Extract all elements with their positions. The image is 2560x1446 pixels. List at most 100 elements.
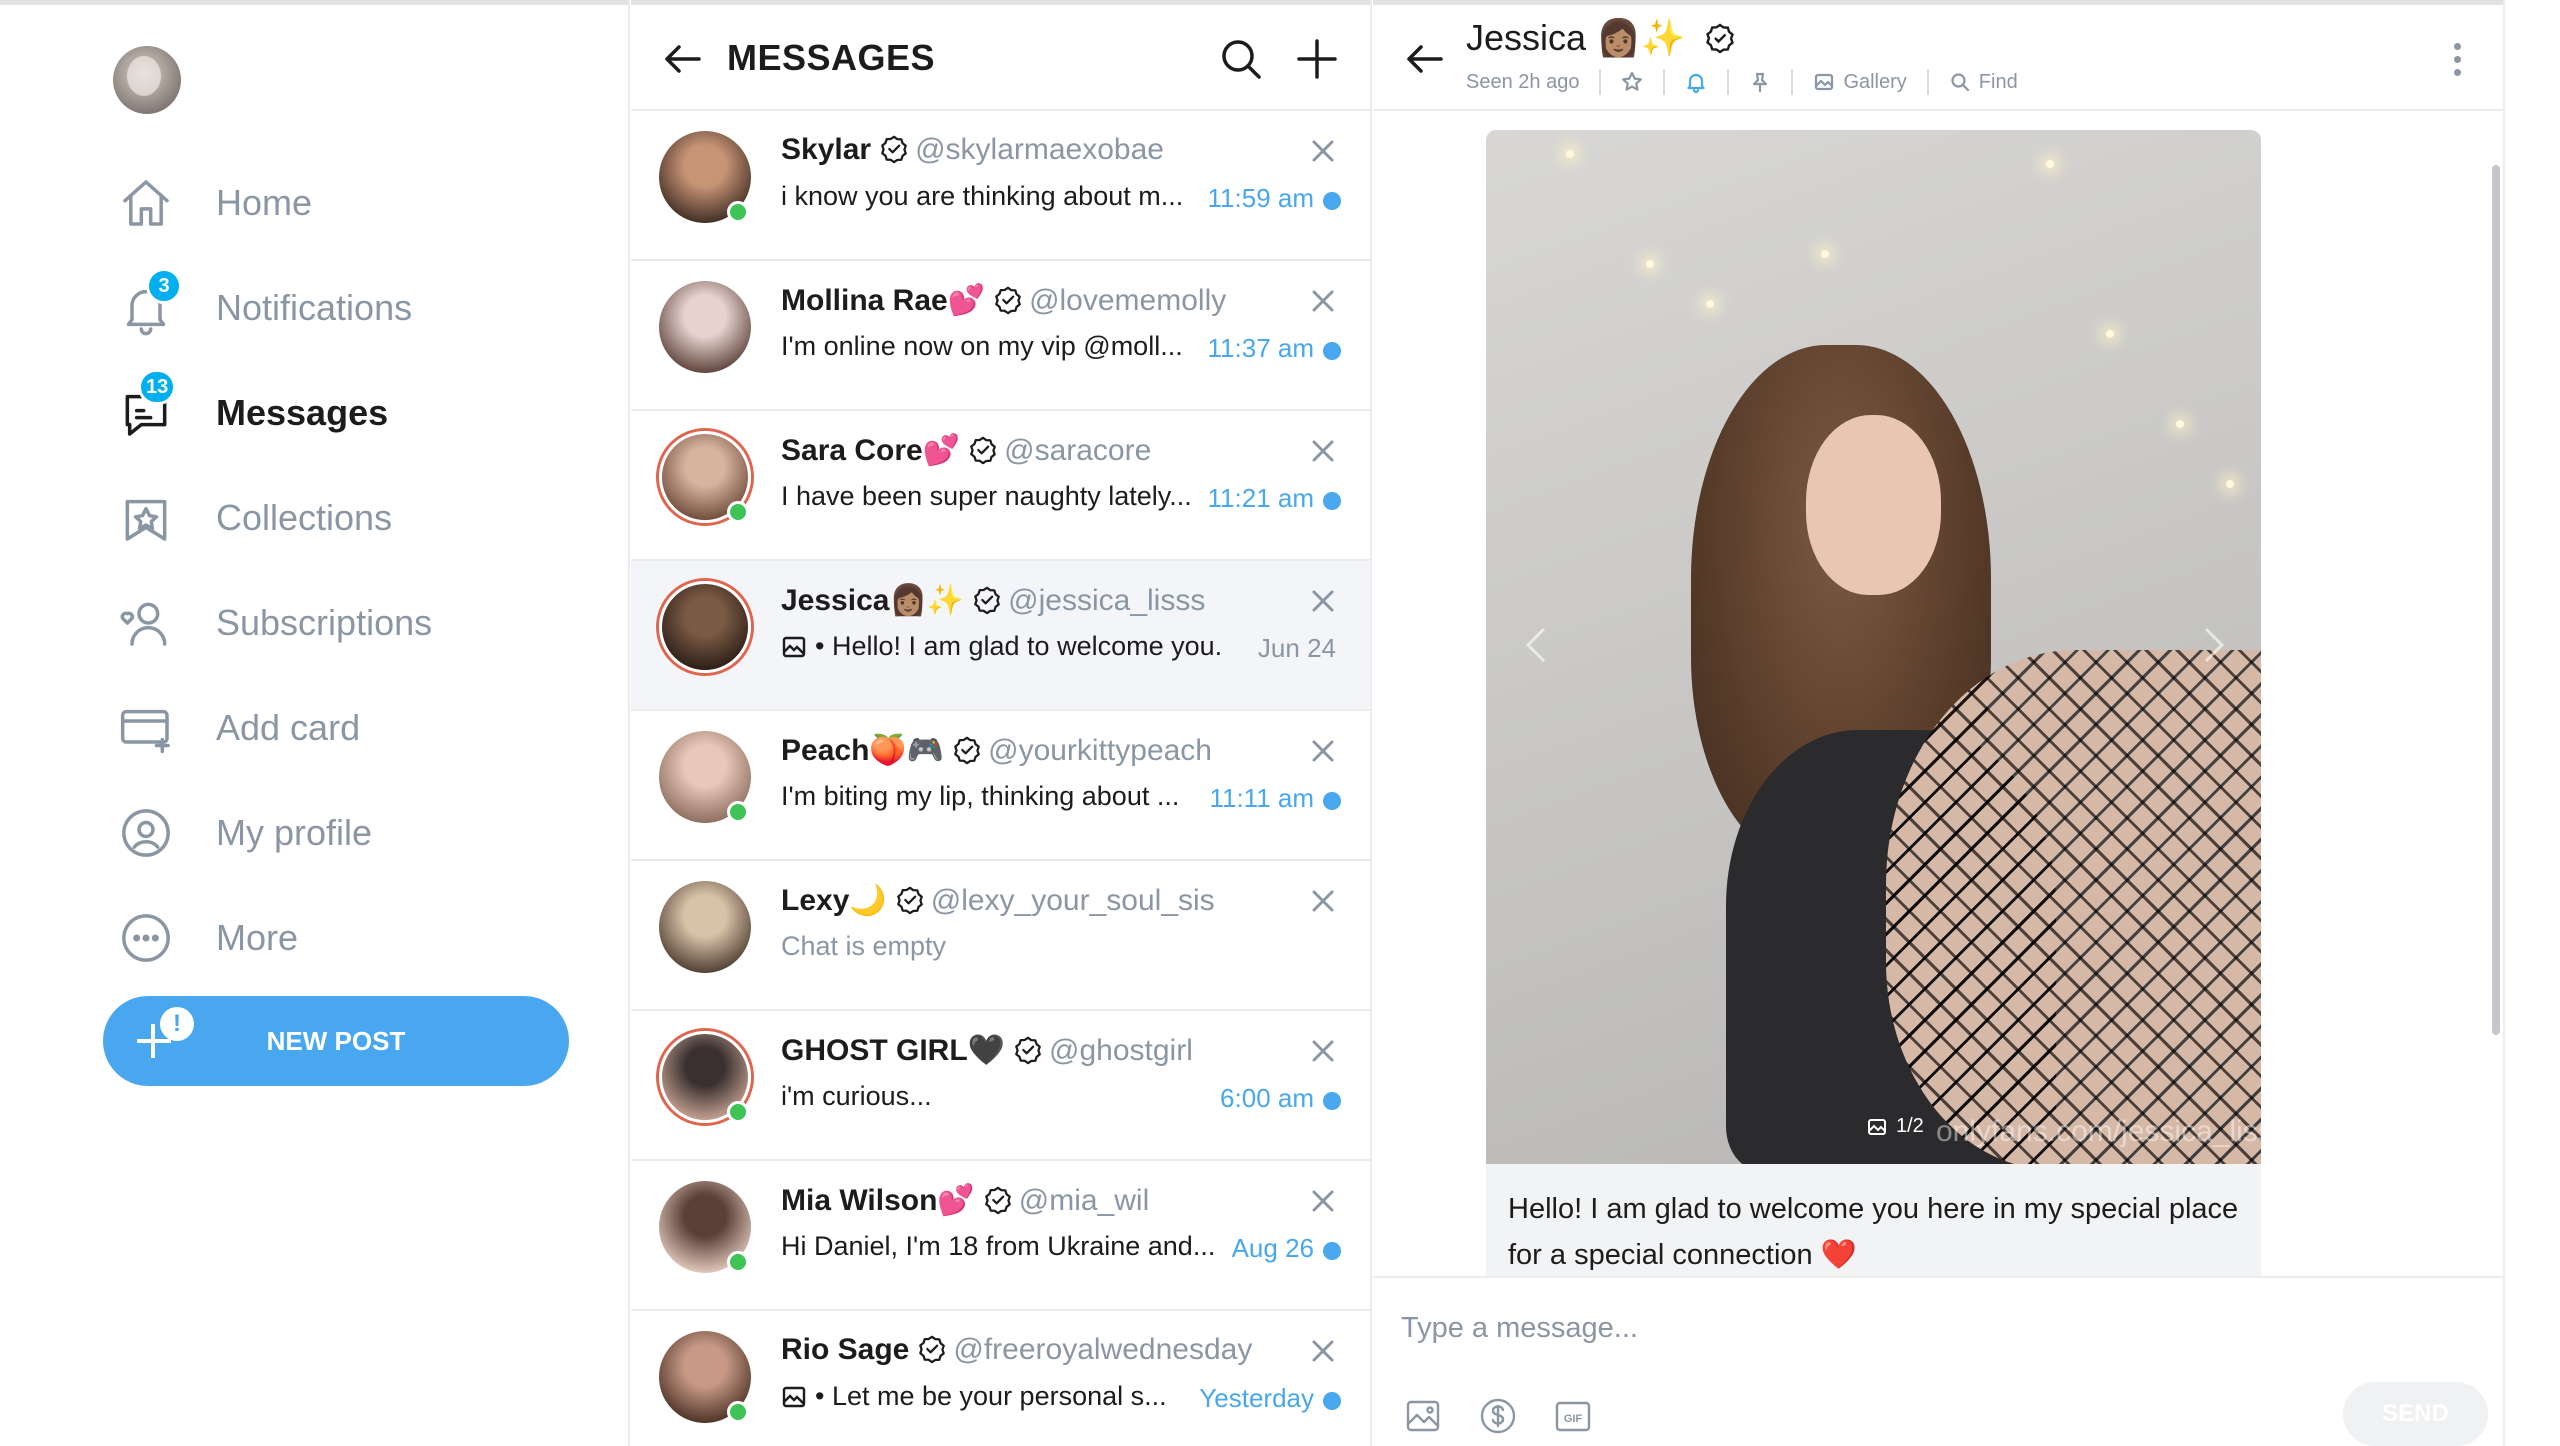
nav-more[interactable]: More	[110, 885, 432, 990]
send-button[interactable]: SEND	[2343, 1382, 2488, 1446]
search-icon[interactable]	[1219, 37, 1263, 81]
card-icon	[110, 692, 182, 764]
scrollbar[interactable]	[2492, 165, 2500, 1035]
nav-add-card[interactable]: Add card	[110, 675, 432, 780]
online-indicator	[727, 801, 749, 823]
nav-label: Add card	[216, 706, 361, 748]
chat-name-line: Sara Core💕 @saracore	[781, 433, 1151, 468]
chat-preview-text: i'm curious...	[781, 1081, 932, 1111]
nav-notifications[interactable]: 3 Notifications	[110, 255, 432, 360]
message-photo[interactable]: 1/2 onlyfans.com/jessica_lisss	[1486, 130, 2261, 1164]
chevron-left-icon[interactable]	[1522, 625, 1552, 665]
online-indicator	[727, 501, 749, 523]
close-icon[interactable]	[1309, 287, 1337, 315]
star-icon[interactable]	[1621, 71, 1643, 93]
verified-icon	[1013, 1035, 1043, 1065]
close-icon[interactable]	[1309, 1037, 1337, 1065]
gif-icon[interactable]: GIF	[1553, 1396, 1593, 1436]
avatar[interactable]	[659, 581, 751, 673]
avatar[interactable]	[659, 881, 751, 973]
last-seen: Seen 2h ago	[1466, 70, 1580, 93]
avatar[interactable]	[659, 281, 751, 373]
unread-dot	[1323, 492, 1341, 510]
close-icon[interactable]	[1309, 1337, 1337, 1365]
verified-icon	[917, 1334, 947, 1364]
contact-emoji: 👩🏽✨	[1596, 17, 1686, 58]
nav-my-profile[interactable]: My profile	[110, 780, 432, 885]
nav-messages[interactable]: 13 Messages	[110, 360, 432, 465]
new-post-button[interactable]: ! NEW POST	[103, 996, 569, 1086]
chat-row[interactable]: GHOST GIRL🖤 @ghostgirl i'm curious... 6:00 …	[631, 1011, 1370, 1161]
back-arrow-icon[interactable]	[1403, 37, 1447, 81]
chat-handle: @lexy_your_soul_sis	[930, 884, 1215, 917]
image-upload-icon[interactable]	[1403, 1396, 1443, 1436]
unread-dot	[1323, 1392, 1341, 1410]
close-icon[interactable]	[1309, 1187, 1337, 1215]
nav-label: Notifications	[216, 286, 413, 328]
chat-row[interactable]: Rio Sage @freeroyalwednesday • Let me be y…	[631, 1311, 1370, 1446]
chat-preview: i know you are thinking about m...	[781, 181, 1221, 212]
divider	[1727, 69, 1730, 95]
message-text: Hello! I am glad to welcome you here in …	[1508, 1193, 2239, 1271]
chat-name-line: Jessica👩🏽✨ @jessica_lisss	[781, 583, 1205, 618]
chat-name-line: Lexy🌙 @lexy_your_soul_sis	[781, 883, 1215, 918]
divider	[1599, 69, 1602, 95]
message-input[interactable]	[1401, 1298, 2461, 1358]
close-icon[interactable]	[1309, 437, 1337, 465]
compose-bar: GIF SEND	[1373, 1276, 2503, 1446]
gallery-button[interactable]: Gallery	[1813, 71, 1907, 94]
chat-row[interactable]: Mollina Rae💕 @lovememolly I'm online now o…	[631, 261, 1370, 411]
chat-row[interactable]: Skylar @skylarmaexobae i know you are thin…	[631, 111, 1370, 261]
pin-icon[interactable]	[1749, 71, 1771, 93]
chat-row[interactable]: Lexy🌙 @lexy_your_soul_sis Chat is empty	[631, 861, 1370, 1011]
chat-name-line: Skylar @skylarmaexobae	[781, 133, 1164, 167]
chat-contact-name[interactable]: Jessica 👩🏽✨	[1466, 17, 1736, 59]
back-arrow-icon[interactable]	[661, 37, 705, 81]
chat-name-line: Peach🍑🎮 @yourkittypeach	[781, 733, 1212, 768]
my-avatar[interactable]	[113, 46, 181, 114]
chat-preview-text: I'm biting my lip, thinking about ...	[781, 781, 1180, 811]
user-icon	[110, 587, 182, 659]
nav-subscriptions[interactable]: Subscriptions	[110, 570, 432, 675]
chat-row[interactable]: Jessica👩🏽✨ @jessica_lisss • Hello! I am gl…	[631, 561, 1370, 711]
tip-dollar-icon[interactable]	[1478, 1396, 1518, 1436]
verified-icon	[972, 585, 1002, 615]
chat-name-line: Mollina Rae💕 @lovememolly	[781, 283, 1226, 318]
close-icon[interactable]	[1309, 587, 1337, 615]
divider	[1926, 69, 1929, 95]
chevron-right-icon[interactable]	[2198, 625, 2228, 665]
unread-dot	[1323, 1242, 1341, 1260]
more-options-icon[interactable]	[2451, 43, 2463, 83]
page-title: MESSAGES	[727, 37, 936, 78]
photo-watermark: onlyfans.com/jessica_lisss	[1936, 1115, 2261, 1148]
message-bubble: Hello! I am glad to welcome you here in …	[1486, 1164, 2261, 1276]
close-icon[interactable]	[1309, 137, 1337, 165]
chat-preview-text: I'm online now on my vip @moll...	[781, 331, 1183, 361]
unread-dot	[1323, 342, 1341, 360]
chat-preview: • Hello! I am glad to welcome you...	[781, 631, 1221, 662]
chat-handle: @mia_wil	[1018, 1184, 1150, 1217]
find-button[interactable]: Find	[1949, 71, 2018, 94]
chat-preview: I have been super naughty lately...	[781, 481, 1221, 512]
more-icon	[110, 902, 182, 974]
nav-collections[interactable]: Collections	[110, 465, 432, 570]
chat-name: Lexy	[781, 884, 850, 917]
new-post-label: NEW POST	[266, 1025, 406, 1056]
chat-pane: Jessica 👩🏽✨ Seen 2h ago Gallery Find 1/2…	[1373, 0, 2505, 1446]
bell-icon[interactable]	[1685, 71, 1707, 94]
chat-row[interactable]: Sara Core💕 @saracore I have been super nau…	[631, 411, 1370, 561]
new-message-plus-icon[interactable]	[1295, 37, 1339, 81]
chat-row[interactable]: Mia Wilson💕 @mia_wil Hi Daniel, I'm 18 fro…	[631, 1161, 1370, 1311]
chat-row[interactable]: Peach🍑🎮 @yourkittypeach I'm biting my lip,…	[631, 711, 1370, 861]
verified-icon	[879, 134, 909, 164]
chat-preview-text: • Hello! I am glad to welcome you...	[815, 631, 1221, 661]
close-icon[interactable]	[1309, 887, 1337, 915]
chat-name: Sara Core	[781, 434, 923, 467]
close-icon[interactable]	[1309, 737, 1337, 765]
gallery-icon	[1813, 71, 1835, 93]
chat-name-line: GHOST GIRL🖤 @ghostgirl	[781, 1033, 1193, 1068]
chat-emoji: 💕	[947, 284, 986, 317]
chat-name: Skylar	[781, 133, 872, 166]
nav-home[interactable]: Home	[110, 150, 432, 255]
unread-dot	[1323, 792, 1341, 810]
